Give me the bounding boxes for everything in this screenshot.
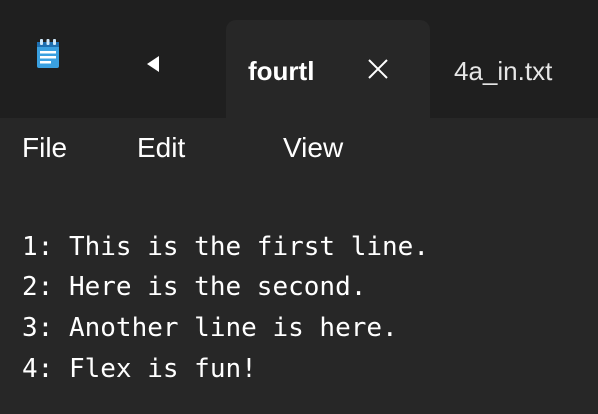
menu-view[interactable]: View [283, 132, 343, 164]
tab-4a-in-txt[interactable]: 4a_in.txt [454, 56, 552, 87]
text-editor[interactable]: 1: This is the first line. 2: Here is th… [0, 180, 598, 414]
text-line: 1: This is the first line. [22, 232, 429, 262]
title-bar: fourtl 4a_in.txt [0, 0, 598, 118]
scroll-tabs-left-icon[interactable] [147, 56, 159, 72]
menu-file[interactable]: File [22, 132, 67, 164]
text-line: 3: Another line is here. [22, 313, 398, 343]
tab-label: fourtl [248, 56, 315, 86]
menu-bar: File Edit View [0, 118, 598, 180]
text-line: 4: Flex is fun! [22, 354, 257, 384]
menu-edit[interactable]: Edit [137, 132, 185, 164]
text-line: 2: Here is the second. [22, 272, 367, 302]
notepad-icon[interactable] [36, 39, 60, 69]
close-icon[interactable] [364, 55, 392, 83]
tab-active[interactable]: fourtl [226, 20, 430, 118]
